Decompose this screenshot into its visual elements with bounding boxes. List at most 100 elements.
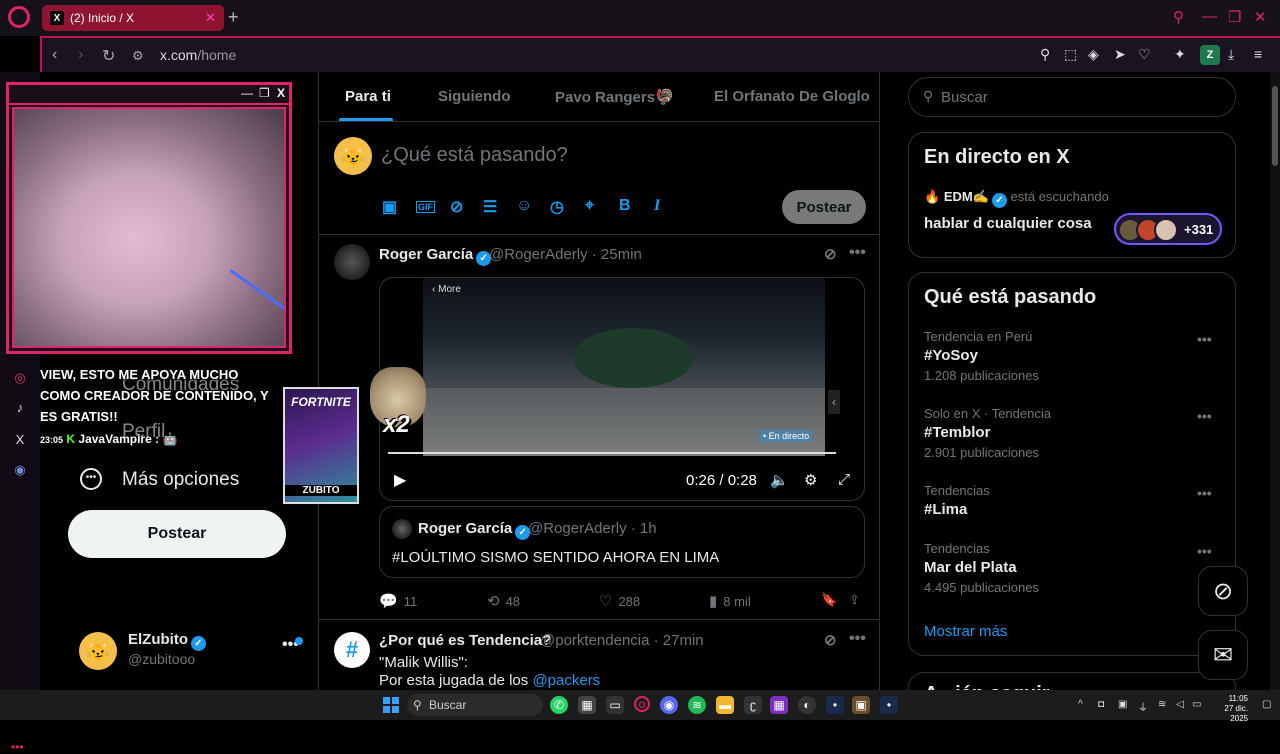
tweet-avatar[interactable]: # <box>334 632 370 668</box>
account-name[interactable]: ElZubito ✓ <box>128 631 206 651</box>
notifications-icon[interactable]: ▢ <box>1262 699 1271 710</box>
opera-gx-icon[interactable]: o <box>634 696 650 712</box>
emoji-icon[interactable]: ☺ <box>516 197 532 215</box>
opera-logo-icon[interactable] <box>8 6 30 28</box>
settings-icon[interactable]: ⚙ <box>804 471 817 489</box>
tray-icon[interactable]: ◘ <box>1098 699 1104 710</box>
url-field[interactable]: x.com/home <box>160 47 236 63</box>
tab-pavo-rangers[interactable]: Pavo Rangers🦃 <box>555 88 674 106</box>
live-listeners-pill[interactable]: +331 <box>1114 213 1222 245</box>
tweet-handle[interactable]: @RogerAderly · 25min <box>489 246 642 263</box>
microphone-icon[interactable]: ⏚ <box>1138 699 1148 714</box>
app-icon[interactable]: • <box>880 696 898 714</box>
grok-icon[interactable]: ⊘ <box>450 197 463 217</box>
compose-post-button[interactable]: Postear <box>782 190 866 224</box>
bookmark-icon[interactable]: 🔖 <box>821 592 837 608</box>
fullscreen-icon[interactable]: ⤢ <box>838 471 850 488</box>
whatsapp-icon[interactable]: ✆ <box>550 696 568 714</box>
tweet-author[interactable]: Roger García ✓ <box>379 246 492 266</box>
tweet-video[interactable]: ‹ More • En directo ‹ ▶ 0:26 / 0:28 🔈 ⚙ … <box>379 277 865 501</box>
x-icon[interactable]: X <box>11 432 29 450</box>
spotify-icon[interactable]: ≋ <box>688 696 706 714</box>
pocket-icon[interactable]: ◈ <box>1088 46 1099 63</box>
volume-icon[interactable]: 🔈 <box>770 471 789 489</box>
trend-item[interactable]: Tendencias #Lima <box>924 483 1224 518</box>
profile-badge[interactable]: Z <box>1200 45 1220 65</box>
minecraft-icon[interactable]: ▣ <box>852 696 870 714</box>
italic-icon[interactable]: I <box>654 197 660 215</box>
scrollbar-thumb[interactable] <box>1272 86 1278 166</box>
trend-item[interactable]: Solo en X · Tendencia #Temblor 2.901 pub… <box>924 406 1224 460</box>
site-settings-icon[interactable]: ⚙ <box>132 48 144 64</box>
tab-para-ti[interactable]: Para ti <box>345 88 391 105</box>
tab-el-orfanato[interactable]: El Orfanato De Gloglo <box>714 88 870 105</box>
tray-icon[interactable]: ▣ <box>1118 699 1127 710</box>
compose-avatar[interactable]: 😼 <box>334 137 372 175</box>
mention-link[interactable]: @packers <box>532 672 600 689</box>
tray-chevron-icon[interactable]: ^ <box>1078 699 1083 710</box>
grok-icon[interactable]: ⊘ <box>824 245 837 263</box>
grok-icon[interactable]: ⊘ <box>824 631 837 649</box>
location-icon[interactable]: ⌖ <box>585 197 594 215</box>
send-icon[interactable]: ➤ <box>1114 46 1126 63</box>
image-icon[interactable]: ▣ <box>382 197 397 217</box>
nav-more-options[interactable]: Más opciones <box>122 469 239 491</box>
webcam-overlay[interactable]: — ❐ X <box>6 82 292 354</box>
minimize-window-icon[interactable]: — <box>1202 8 1217 25</box>
like-button[interactable]: ♡ 288 <box>599 592 640 610</box>
heart-icon[interactable]: ♡ <box>1138 46 1151 63</box>
account-avatar[interactable]: 😼 <box>79 632 117 670</box>
browser-tab[interactable]: X (2) Inicio / X ✕ <box>42 5 224 31</box>
tweet-handle[interactable]: @porktendencia · 27min <box>540 632 704 649</box>
snapshot-icon[interactable]: ⬚ <box>1064 46 1077 63</box>
video-progress-bar[interactable] <box>388 452 836 454</box>
gif-icon[interactable]: GIF <box>416 201 435 213</box>
close-icon[interactable]: X <box>277 86 285 100</box>
show-more-link[interactable]: Mostrar más <box>924 623 1007 640</box>
minimize-icon[interactable]: — <box>241 86 253 100</box>
obs-icon[interactable]: ◐ <box>798 696 816 714</box>
new-tab-button[interactable]: + <box>228 7 239 28</box>
trend-more-icon[interactable]: ••• <box>1197 331 1212 347</box>
store-icon[interactable]: ▦ <box>578 696 596 714</box>
reload-icon[interactable]: ↻ <box>102 46 115 66</box>
tab-close-icon[interactable]: ✕ <box>205 10 216 26</box>
tab-siguiendo[interactable]: Siguiendo <box>438 88 511 105</box>
post-button[interactable]: Postear <box>68 510 286 558</box>
live-host[interactable]: 🔥 EDM✍ ✓ está escuchando <box>924 189 1109 208</box>
play-icon[interactable]: ▶ <box>394 470 406 490</box>
reply-button[interactable]: 💬 11 <box>379 592 417 610</box>
views-button[interactable]: ▮ 8 mil <box>709 592 751 610</box>
trend-more-icon[interactable]: ••• <box>1197 543 1212 559</box>
messages-fab-icon[interactable]: ✉ <box>1198 630 1248 680</box>
live-topic[interactable]: hablar d cualquier cosa <box>924 215 1092 232</box>
quoted-tweet[interactable]: Roger García ✓ @RogerAderly · 1h #LOÚLTIM… <box>379 506 865 578</box>
app-icon[interactable]: • <box>826 696 844 714</box>
video-side-arrow-icon[interactable]: ‹ <box>828 390 840 414</box>
trend-item[interactable]: Tendencias Mar del Plata 4.495 publicaci… <box>924 541 1224 595</box>
battery-icon[interactable]: ▭ <box>1192 699 1201 710</box>
menu-icon[interactable]: ≡ <box>1254 46 1262 62</box>
discord-icon[interactable]: ◉ <box>11 462 29 480</box>
trend-item[interactable]: Tendencia en Perú #YoSoy 1.208 publicaci… <box>924 329 1224 383</box>
app-icon[interactable]: ▦ <box>770 696 788 714</box>
search-input[interactable] <box>941 89 1221 106</box>
discord-icon[interactable]: ◉ <box>660 696 678 714</box>
compose-input[interactable]: ¿Qué está pasando? <box>381 144 568 167</box>
pin-icon[interactable]: ⚲ <box>1040 46 1050 63</box>
repost-button[interactable]: ⟲ 48 <box>487 592 520 610</box>
search-tabs-icon[interactable]: ⚲ <box>1173 8 1184 26</box>
trend-more-icon[interactable]: ••• <box>1197 485 1212 501</box>
back-icon[interactable]: ‹ <box>52 46 57 64</box>
tweet-avatar[interactable] <box>334 244 370 280</box>
restore-window-icon[interactable]: ❐ <box>1228 8 1241 26</box>
schedule-icon[interactable]: ◷ <box>550 197 564 217</box>
wifi-icon[interactable]: ≋ <box>1158 699 1166 710</box>
tweet-more-icon[interactable]: ••• <box>849 244 866 262</box>
tiktok-icon[interactable]: ♪ <box>11 400 29 418</box>
taskbar-search[interactable]: ⚲ Buscar <box>407 694 543 716</box>
tweet-more-icon[interactable]: ••• <box>849 630 866 648</box>
app-icon[interactable]: ʗ <box>744 696 762 714</box>
grok-fab-icon[interactable]: ⊘ <box>1198 566 1248 616</box>
poll-icon[interactable]: ☰ <box>483 197 497 217</box>
